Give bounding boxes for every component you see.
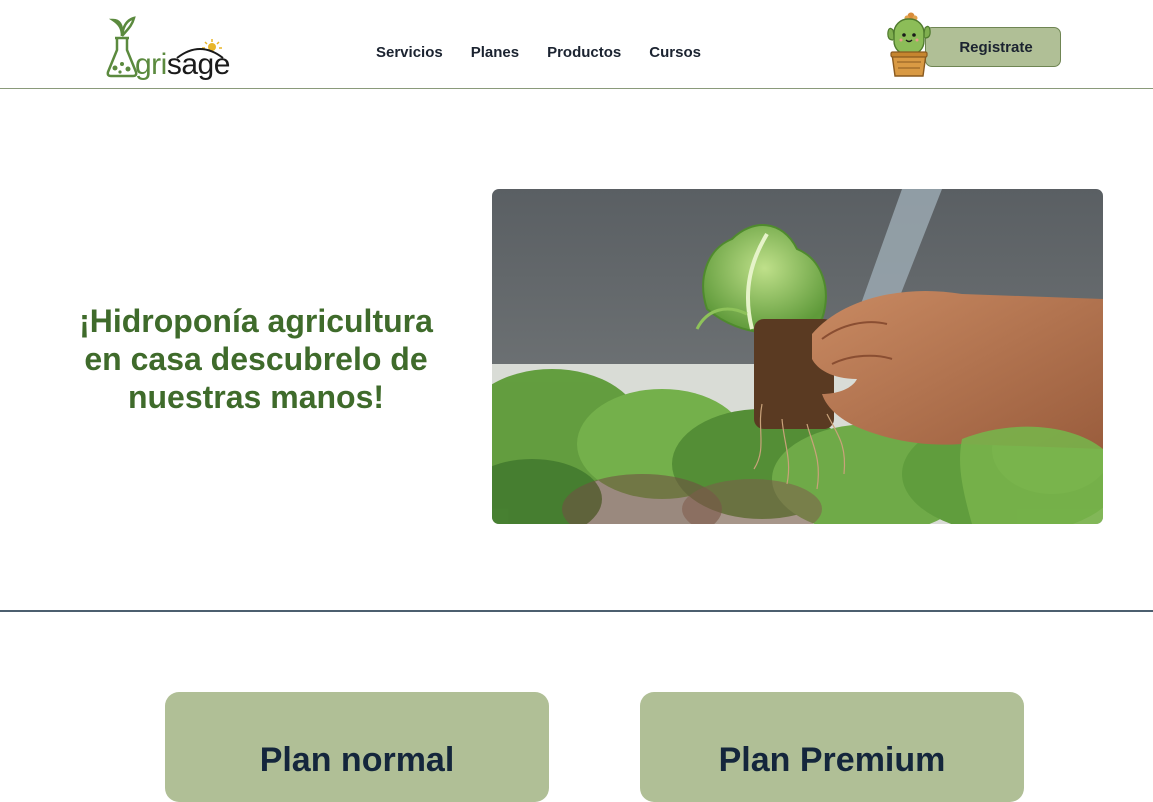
logo-wordmark: grisage	[135, 48, 230, 82]
plan-title: Plan normal	[259, 741, 455, 779]
plan-card-normal[interactable]: Plan normal	[165, 692, 549, 802]
cactus-mascot-icon	[887, 12, 931, 77]
logo-text-green: gri	[135, 48, 167, 81]
section-divider	[0, 610, 1153, 612]
nav-link-planes[interactable]: Planes	[471, 44, 519, 62]
hero-image-hydroponic-lettuce	[492, 189, 1103, 524]
agrisage-logo[interactable]: grisage	[105, 14, 230, 86]
nav-link-productos[interactable]: Productos	[547, 44, 621, 62]
nav-link-cursos[interactable]: Cursos	[649, 44, 701, 62]
plan-title: Plan Premium	[718, 741, 946, 779]
hero-title: ¡Hidroponía agricultura en casa descubre…	[79, 303, 433, 415]
header-divider	[0, 88, 1153, 89]
nav-link-servicios[interactable]: Servicios	[376, 44, 443, 62]
site-header: grisage Servicios Planes Productos Curso…	[0, 0, 1153, 88]
main-nav: Servicios Planes Productos Cursos	[376, 44, 729, 62]
register-button-label: Registrate	[959, 38, 1033, 56]
logo-text-dark: sage	[166, 48, 231, 81]
register-button[interactable]: Registrate	[925, 27, 1061, 67]
plan-card-premium[interactable]: Plan Premium	[640, 692, 1024, 802]
